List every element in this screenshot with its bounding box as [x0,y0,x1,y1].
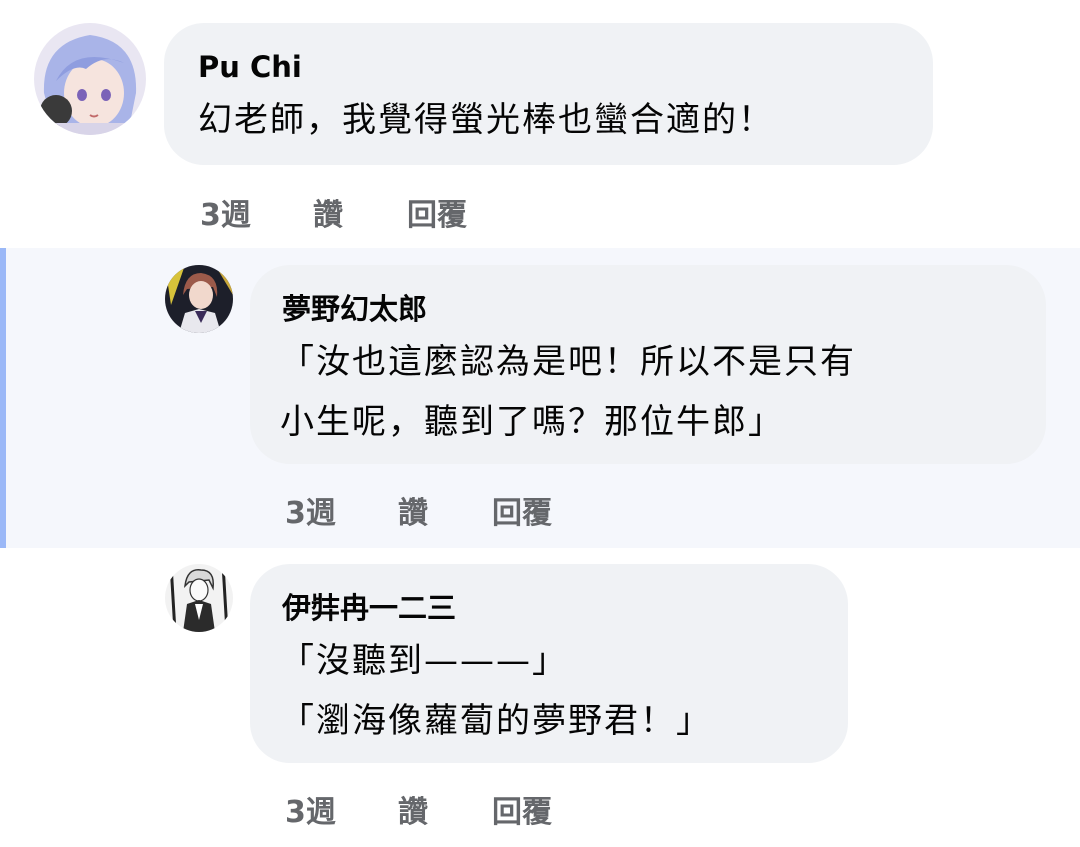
comment-timestamp: 3週 [200,198,251,233]
like-button[interactable]: 讚 [398,787,428,831]
avatar[interactable] [34,23,146,135]
avatar[interactable] [165,265,233,333]
like-button[interactable]: 讚 [398,488,428,532]
comment-text-line-1: 「汝也這麼認為是吧！所以不是只有 [280,342,856,382]
like-button[interactable]: 讚 [313,190,343,234]
avatar[interactable] [165,564,233,632]
comment-text-line-2: 小生呢，聽到了嗎？那位牛郎」 [280,402,784,442]
avatar-lavender-hair-character-icon [34,23,146,135]
comment-actions: 3週 讚 回覆 [0,190,1080,233]
comment-timestamp: 3週 [285,795,336,830]
reply-button[interactable]: 回覆 [492,787,552,831]
comment-actions: 3週 讚 回覆 [0,488,1080,531]
avatar-anime-character-icon [165,265,233,333]
comment-author[interactable]: 伊弉冉一二三 [282,591,456,625]
comment-bubble: Pu Chi 幻老師，我覺得螢光棒也蠻合適的！ [164,23,933,165]
reply-button[interactable]: 回覆 [407,190,467,234]
comment-text-line-2: 「瀏海像蘿蔔的夢野君！」 [280,701,712,741]
avatar-monochrome-character-icon [165,564,233,632]
comment-author[interactable]: 夢野幻太郎 [282,292,427,326]
comment-timestamp: 3週 [285,496,336,531]
reply-bubble: 伊弉冉一二三 「沒聽到———」 「瀏海像蘿蔔的夢野君！」 [250,564,848,763]
comment-text: 幻老師，我覺得螢光棒也蠻合適的！ [198,100,774,140]
comment-actions: 3週 讚 回覆 [0,787,1080,830]
reply-bubble: 夢野幻太郎 「汝也這麼認為是吧！所以不是只有 小生呢，聽到了嗎？那位牛郎」 [250,265,1046,464]
comment-author[interactable]: Pu Chi [198,50,302,84]
reply-button[interactable]: 回覆 [492,488,552,532]
comment-text-line-1: 「沒聽到———」 [280,641,568,681]
